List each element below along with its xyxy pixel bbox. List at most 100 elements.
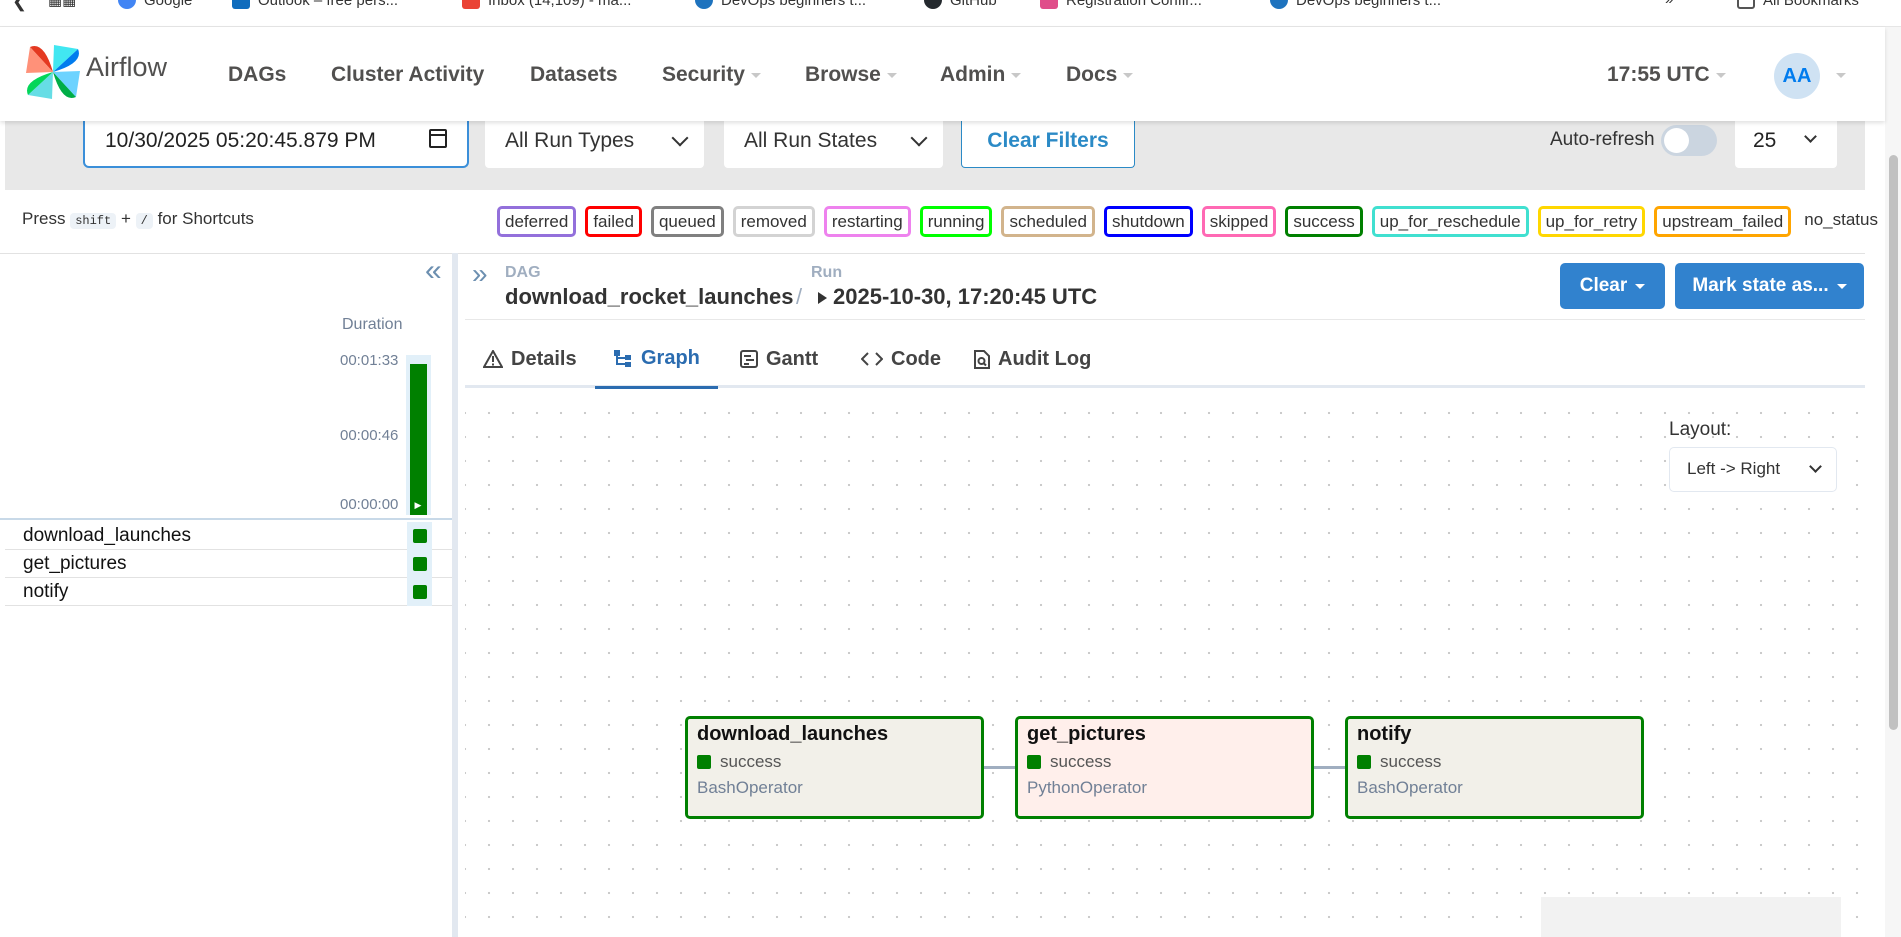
duration-label: Duration [342, 316, 403, 333]
back-icon[interactable]: ❮ [12, 0, 27, 12]
state-up-for-retry[interactable]: up_for_retry [1537, 206, 1646, 237]
task-name[interactable]: download_launches [23, 525, 191, 547]
graph-node[interactable]: get_pictures success PythonOperator [1015, 716, 1314, 819]
nav-cluster-activity[interactable]: Cluster Activity [331, 63, 484, 87]
shortcut-plus: + [120, 209, 131, 228]
folder-icon [1737, 0, 1755, 9]
graph-node[interactable]: download_launches success BashOperator [685, 716, 984, 819]
tab-code[interactable]: Code [843, 330, 959, 388]
state-success[interactable]: success [1285, 206, 1363, 237]
task-name[interactable]: notify [23, 581, 68, 603]
user-menu-chevron-icon[interactable] [1836, 73, 1846, 78]
bookmark-github[interactable]: GitHub [924, 0, 997, 9]
bookmark-outlook[interactable]: Outlook – free pers... [232, 0, 398, 9]
tab-label: Code [891, 347, 941, 370]
node-state-text: success [1050, 752, 1112, 771]
tab-graph[interactable]: Graph [595, 330, 718, 389]
task-row[interactable]: get_pictures [5, 550, 452, 578]
nav-datasets[interactable]: Datasets [530, 63, 618, 87]
breadcrumb-separator: / [796, 284, 803, 309]
nav-docs-label: Docs [1066, 63, 1118, 86]
resize-handle[interactable] [452, 253, 458, 937]
divider [465, 319, 1865, 320]
clear-button[interactable]: Clear [1560, 263, 1665, 309]
state-no-status[interactable]: no_status [1800, 206, 1882, 237]
task-row[interactable]: notify [5, 578, 452, 606]
all-bookmarks[interactable]: All Bookmarks [1737, 0, 1859, 9]
bookmark-devops-2[interactable]: DevOps beginners t... [1270, 0, 1441, 9]
run-type-select[interactable]: All Run Types [485, 115, 704, 168]
tab-label: Audit Log [998, 347, 1092, 370]
page-size-select[interactable]: 25 [1735, 115, 1837, 168]
task-name[interactable]: get_pictures [23, 553, 127, 575]
status-square-icon [1027, 755, 1041, 769]
state-legend: deferred failed queued removed restartin… [497, 206, 1882, 237]
warning-icon [483, 350, 503, 368]
state-shutdown[interactable]: shutdown [1103, 206, 1193, 237]
bookmark-google[interactable]: Google [118, 0, 192, 9]
task-instance-status[interactable] [413, 557, 427, 571]
bookmark-registration[interactable]: Registration Confir... [1040, 0, 1202, 9]
tab-label: Details [511, 347, 577, 370]
gantt-icon [740, 350, 758, 368]
state-skipped[interactable]: skipped [1201, 206, 1277, 237]
bookmark-inbox[interactable]: Inbox (14,109) - ma... [462, 0, 631, 9]
state-queued[interactable]: queued [650, 206, 724, 237]
state-scheduled[interactable]: scheduled [1001, 206, 1095, 237]
mark-state-button[interactable]: Mark state as... [1675, 263, 1864, 309]
avatar[interactable]: AA [1774, 53, 1820, 99]
all-bookmarks-label: All Bookmarks [1763, 0, 1859, 9]
tab-label: Gantt [766, 347, 819, 370]
bookmark-label: DevOps beginners t... [721, 0, 867, 9]
tab-details[interactable]: Details [465, 330, 595, 388]
base-date-input[interactable]: 10/30/2025 05:20:45.879 PM [83, 115, 469, 168]
clear-filters-button[interactable]: Clear Filters [961, 115, 1135, 168]
mail-icon [462, 0, 480, 9]
bookmark-devops-1[interactable]: DevOps beginners t... [695, 0, 866, 9]
state-up-for-reschedule[interactable]: up_for_reschedule [1371, 206, 1529, 237]
state-upstream-failed[interactable]: upstream_failed [1654, 206, 1792, 237]
state-failed[interactable]: failed [585, 206, 642, 237]
breadcrumb-run-id[interactable]: 2025-10-30, 17:20:45 UTC [818, 284, 1097, 310]
layout-select[interactable]: Left -> Right [1669, 447, 1837, 492]
breadcrumb-dag-id[interactable]: download_rocket_launches [505, 284, 794, 310]
expand-details-icon[interactable]: » [472, 258, 488, 290]
state-restarting[interactable]: restarting [823, 206, 911, 237]
node-operator: BashOperator [697, 778, 803, 797]
toggle-knob [1664, 128, 1689, 153]
nav-docs[interactable]: Docs [1066, 63, 1134, 87]
chevron-down-icon [1123, 72, 1134, 78]
graph-node[interactable]: notify success BashOperator [1345, 716, 1644, 819]
layout-label: Layout: [1669, 419, 1732, 440]
graph-canvas[interactable] [465, 391, 1865, 937]
calendar-icon[interactable] [429, 129, 447, 148]
nav-security[interactable]: Security [662, 63, 761, 87]
nav-browse[interactable]: Browse [805, 63, 897, 87]
run-state-select[interactable]: All Run States [724, 115, 943, 168]
tab-audit-log[interactable]: Audit Log [956, 330, 1109, 388]
apps-grid-icon[interactable]: ▦▦ [48, 0, 76, 9]
breadcrumb-dag-label: DAG [505, 264, 541, 281]
task-instance-status[interactable] [413, 585, 427, 599]
run-duration-bar[interactable] [410, 364, 427, 515]
chevron-down-icon [886, 72, 897, 78]
auto-refresh-toggle[interactable] [1661, 125, 1717, 156]
chevron-down-icon [1635, 283, 1646, 289]
bookmark-label: Outlook – free pers... [258, 0, 399, 9]
collapse-grid-icon[interactable]: « [425, 254, 442, 288]
state-deferred[interactable]: deferred [497, 206, 577, 237]
state-removed[interactable]: removed [732, 206, 815, 237]
task-row[interactable]: download_launches [5, 522, 452, 550]
outlook-icon [232, 0, 250, 9]
play-icon [818, 292, 827, 305]
timezone-menu[interactable]: 17:55 UTC [1607, 63, 1726, 87]
task-instance-status[interactable] [413, 529, 427, 543]
state-running[interactable]: running [919, 206, 993, 237]
airflow-logo[interactable]: Airflow [24, 43, 167, 101]
scrollbar-thumb[interactable] [1889, 155, 1898, 730]
nav-admin[interactable]: Admin [940, 63, 1022, 87]
bookmarks-overflow[interactable]: » [1665, 0, 1673, 8]
graph-minimap[interactable] [1541, 897, 1841, 937]
nav-dags[interactable]: DAGs [228, 63, 286, 87]
tab-gantt[interactable]: Gantt [722, 330, 836, 388]
